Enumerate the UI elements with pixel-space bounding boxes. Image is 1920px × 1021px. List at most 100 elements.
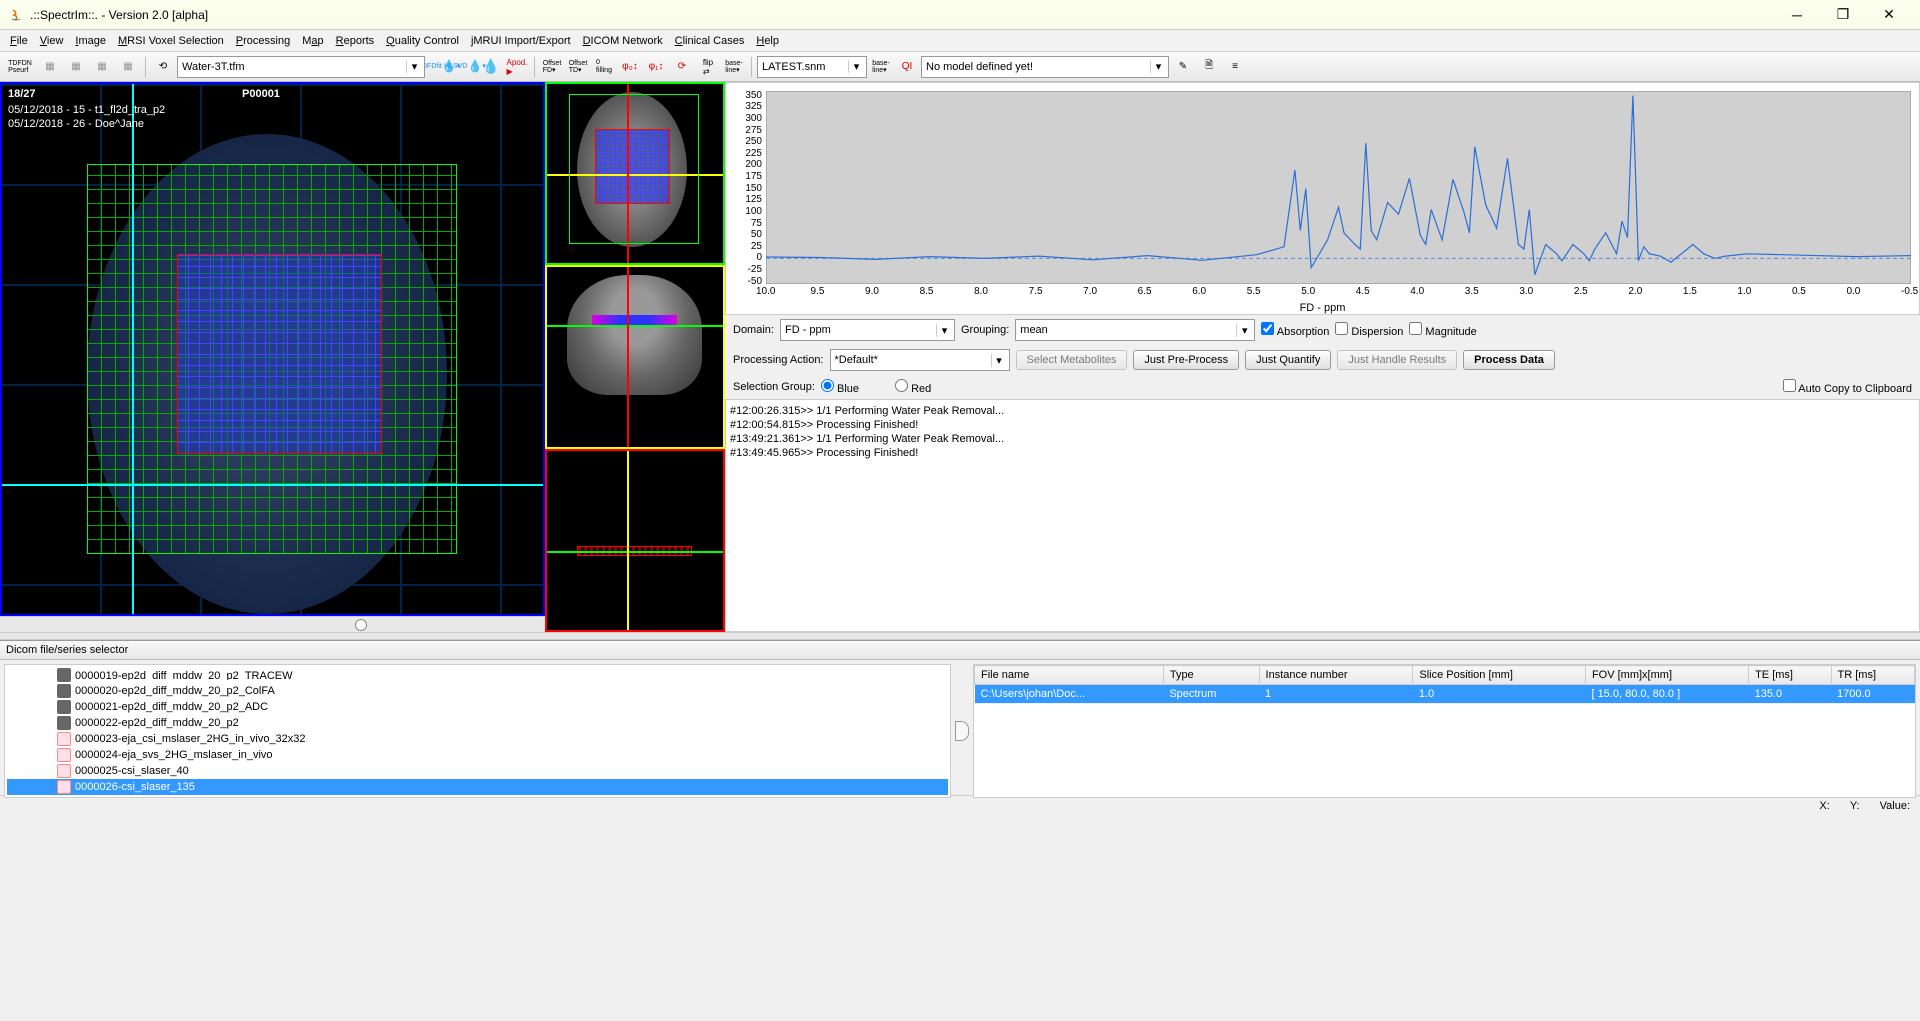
menu-view[interactable]: View xyxy=(34,33,70,49)
x-tick: 8.0 xyxy=(974,286,988,297)
y-tick: 100 xyxy=(745,206,762,217)
menu-map[interactable]: Map xyxy=(296,33,329,49)
tool-baseline2[interactable]: base-line▾ xyxy=(869,55,893,79)
tool-edit[interactable]: ✎ xyxy=(1171,55,1195,79)
tree-item[interactable]: 0000021-ep2d_diff_mddw_20_p2_ADC xyxy=(7,699,948,715)
blue-radio[interactable]: Blue xyxy=(821,379,859,395)
menu-file[interactable]: File xyxy=(4,33,34,49)
tool-offset-fd[interactable]: OffsetFD▾ xyxy=(540,55,564,79)
x-tick: 0.5 xyxy=(1792,286,1806,297)
tool-phi0[interactable]: φ₀↕ xyxy=(618,55,642,79)
table-header[interactable]: TE [ms] xyxy=(1749,666,1831,685)
slider-thumb[interactable] xyxy=(355,619,367,631)
tool-baseline[interactable]: base-line▾ xyxy=(722,55,746,79)
tool-water3[interactable]: 💧 xyxy=(479,55,503,79)
select-metabolites-button: Select Metabolites xyxy=(1016,350,1128,370)
x-tick: 6.0 xyxy=(1192,286,1206,297)
spectrum-chart[interactable]: -50-250255075100125150175200225250275300… xyxy=(725,82,1920,315)
cross-g xyxy=(547,551,723,553)
tool-doc[interactable]: 🗎 xyxy=(1197,55,1221,79)
series-icon xyxy=(57,668,71,682)
grouping-value: mean xyxy=(1020,324,1048,336)
horizontal-splitter[interactable] xyxy=(0,632,1920,640)
y-tick: 150 xyxy=(745,183,762,194)
slice-slider[interactable] xyxy=(0,616,545,632)
tool-flip[interactable]: flip⇄ xyxy=(696,55,720,79)
main-viewer[interactable]: 18/27 P00001 05/12/2018 - 15 - t1_fl2d_t… xyxy=(0,82,545,616)
crosshair-v xyxy=(132,84,134,614)
model-combo[interactable]: No model defined yet! ▾ xyxy=(921,56,1169,78)
autocopy-check[interactable]: Auto Copy to Clipboard xyxy=(1783,379,1912,395)
proc-action-combo[interactable]: *Default*▾ xyxy=(830,349,1010,371)
tree-label: 0000023-eja_csi_mslaser_2HG_in_vivo_32x3… xyxy=(75,733,306,745)
coronal-mini-view[interactable] xyxy=(545,265,725,448)
tool-pseurf[interactable]: TDFDNPseurf xyxy=(4,55,36,79)
menu-image[interactable]: Image xyxy=(69,33,112,49)
cross-g xyxy=(547,325,723,327)
tree-label: 0000026-csi_slaser_135 xyxy=(75,781,195,793)
axial-mini-view[interactable] xyxy=(545,82,725,265)
tree-item[interactable]: 0000023-eja_csi_mslaser_2HG_in_vivo_32x3… xyxy=(7,731,948,747)
latest-combo[interactable]: LATEST.snm ▾ xyxy=(757,56,867,78)
tool-water2[interactable]: HLSVD💧▾ xyxy=(453,55,477,79)
tool-zerofill[interactable]: 0filling xyxy=(592,55,616,79)
tool-phi1[interactable]: φ₁↕ xyxy=(644,55,668,79)
y-tick: 225 xyxy=(745,148,762,159)
close-button[interactable]: ✕ xyxy=(1866,1,1912,29)
tool-offset-td[interactable]: OffsetTD▾ xyxy=(566,55,590,79)
dispersion-check[interactable]: Dispersion xyxy=(1335,322,1403,338)
separator xyxy=(534,57,535,77)
table-row[interactable]: C:\Users\johan\Doc...Spectrum11.0[ 15.0,… xyxy=(975,685,1915,704)
menu-qc[interactable]: Quality Control xyxy=(380,33,465,49)
menu-help[interactable]: Help xyxy=(750,33,785,49)
java-icon xyxy=(8,7,24,23)
tree-item[interactable]: 0000020-ep2d_diff_mddw_20_p2_ColFA xyxy=(7,683,948,699)
y-tick: 50 xyxy=(751,229,762,240)
menu-processing[interactable]: Processing xyxy=(230,33,296,49)
log-area[interactable]: #12:00:26.315>> 1/1 Performing Water Pea… xyxy=(725,399,1920,632)
tree-item[interactable]: 0000019-ep2d_diff_mddw_20_p2_TRACEW xyxy=(7,667,948,683)
table-header[interactable]: TR [ms] xyxy=(1831,666,1914,685)
series-line2: 05/12/2018 - 26 - Doe^Jane xyxy=(8,118,144,130)
series-tree[interactable]: 0000019-ep2d_diff_mddw_20_p2_TRACEW00000… xyxy=(4,664,951,798)
tool-list[interactable]: ≡ xyxy=(1223,55,1247,79)
menu-jmrui[interactable]: jMRUI Import/Export xyxy=(465,33,577,49)
water-filter-combo[interactable]: Water-3T.tfm ▾ xyxy=(177,56,425,78)
absorption-check[interactable]: Absorption xyxy=(1261,322,1329,338)
pre-process-button[interactable]: Just Pre-Process xyxy=(1133,350,1239,370)
tool-grid2: ▦ xyxy=(64,55,88,79)
tool-link-icon[interactable]: ⟲ xyxy=(151,55,175,79)
table-header[interactable]: Slice Position [mm] xyxy=(1413,666,1586,685)
grouping-combo[interactable]: mean▾ xyxy=(1015,319,1255,341)
menu-mrsi[interactable]: MRSI Voxel Selection xyxy=(112,33,230,49)
magnitude-check[interactable]: Magnitude xyxy=(1409,322,1476,338)
y-tick: 275 xyxy=(745,125,762,136)
process-data-button[interactable]: Process Data xyxy=(1463,350,1555,370)
menu-clinical[interactable]: Clinical Cases xyxy=(669,33,751,49)
series-icon xyxy=(57,764,71,778)
tool-apod[interactable]: Apod.▶ xyxy=(505,55,529,79)
domain-combo[interactable]: FD - ppm▾ xyxy=(780,319,955,341)
minimize-button[interactable]: ─ xyxy=(1774,1,1820,29)
table-header[interactable]: Type xyxy=(1163,666,1259,685)
x-tick: 10.0 xyxy=(756,286,775,297)
file-table[interactable]: File nameTypeInstance numberSlice Positi… xyxy=(973,664,1916,798)
table-header[interactable]: FOV [mm]x[mm] xyxy=(1585,666,1748,685)
tree-item[interactable]: 0000025-csi_slaser_40 xyxy=(7,763,948,779)
collapse-handle[interactable] xyxy=(955,721,969,741)
tool-qi[interactable]: QI xyxy=(895,55,919,79)
red-radio[interactable]: Red xyxy=(895,379,931,395)
table-header[interactable]: File name xyxy=(975,666,1164,685)
x-tick: 7.0 xyxy=(1083,286,1097,297)
maximize-button[interactable]: ❐ xyxy=(1820,1,1866,29)
sagittal-mini-view[interactable] xyxy=(545,449,725,632)
tree-item[interactable]: 0000026-csi_slaser_135 xyxy=(7,779,948,795)
tool-auto-phi[interactable]: ⟳ xyxy=(670,55,694,79)
menu-reports[interactable]: Reports xyxy=(330,33,381,49)
quantify-button[interactable]: Just Quantify xyxy=(1245,350,1331,370)
table-header[interactable]: Instance number xyxy=(1259,666,1413,685)
menu-dicom[interactable]: DICOM Network xyxy=(577,33,669,49)
tree-item[interactable]: 0000022-ep2d_diff_mddw_20_p2 xyxy=(7,715,948,731)
tree-item[interactable]: 0000024-eja_svs_2HG_mslaser_in_vivo xyxy=(7,747,948,763)
x-tick: 4.5 xyxy=(1356,286,1370,297)
